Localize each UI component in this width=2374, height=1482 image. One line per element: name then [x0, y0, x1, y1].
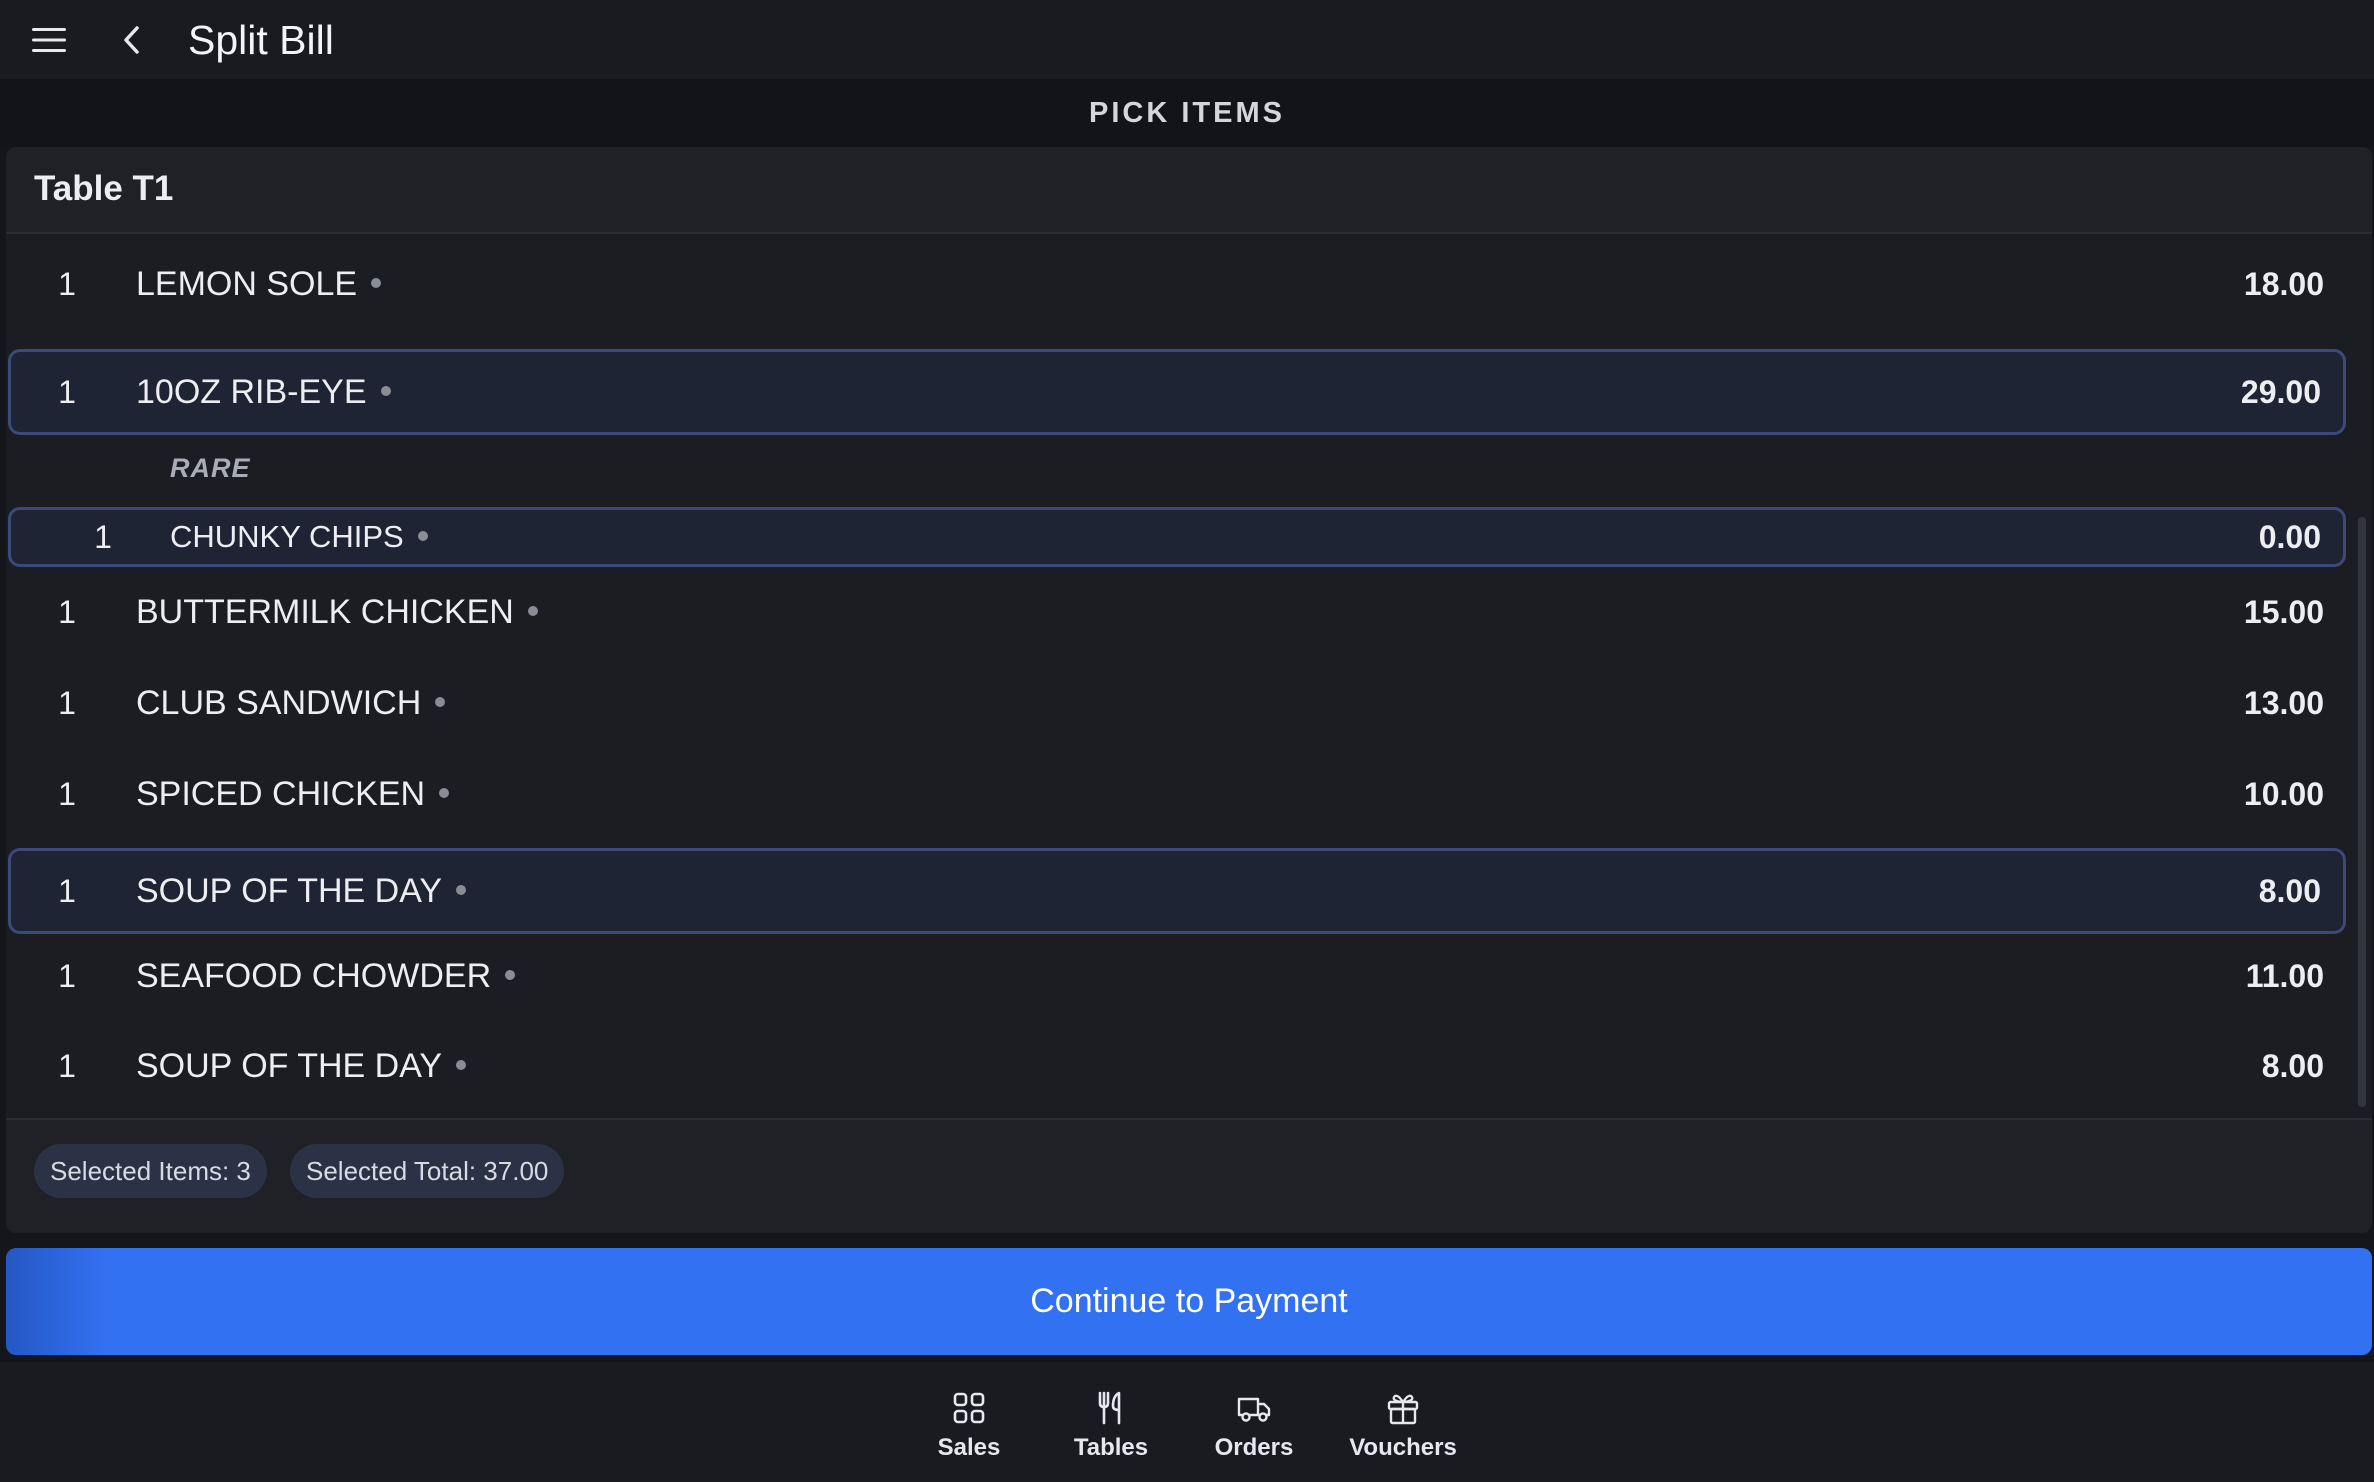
dot-icon [527, 605, 538, 616]
selected-items-badge: Selected Items: 3 [34, 1144, 267, 1198]
item-name: SEAFOOD CHOWDER [136, 957, 516, 996]
item-qty: 1 [58, 957, 76, 994]
nav-tables[interactable]: Tables [1051, 1390, 1171, 1470]
bottom-navigation: Sales Tables Orders Vouchers [0, 1362, 2374, 1482]
delivery-truck-icon [1237, 1397, 1271, 1422]
panel-header: Table T1 [6, 147, 2372, 234]
dot-icon [456, 1059, 467, 1070]
item-list: 1 LEMON SOLE 18.00 1 10OZ RIB-EYE 29.00 … [6, 234, 2372, 1134]
item-qty: 1 [94, 518, 112, 555]
item-name: LEMON SOLE [136, 265, 382, 304]
list-item[interactable]: 1 SEAFOOD CHOWDER 11.00 [8, 944, 2346, 1008]
list-item[interactable]: 1 CLUB SANDWICH 13.00 [8, 671, 2346, 735]
gift-icon [1387, 1394, 1419, 1425]
item-qty: 1 [58, 373, 76, 410]
section-title: PICK ITEMS [0, 79, 2374, 147]
utensils-icon [1098, 1391, 1121, 1425]
continue-to-payment-button[interactable]: Continue to Payment [6, 1248, 2372, 1355]
nav-label: Sales [937, 1434, 1001, 1461]
scrollbar[interactable] [2358, 517, 2366, 1107]
item-qty: 1 [58, 265, 76, 302]
nav-orders[interactable]: Orders [1194, 1390, 1314, 1470]
list-item-selected[interactable]: 1 SOUP OF THE DAY 8.00 [8, 848, 2346, 934]
item-price: 0.00 [2258, 518, 2321, 555]
item-name: BUTTERMILK CHICKEN [136, 593, 538, 632]
item-name: CLUB SANDWICH [136, 684, 446, 723]
item-name: CHUNKY CHIPS [170, 519, 428, 555]
item-name: SOUP OF THE DAY [136, 1047, 467, 1086]
dot-icon [371, 277, 382, 288]
item-price: 29.00 [2240, 373, 2321, 410]
dot-icon [435, 696, 446, 707]
item-price: 15.00 [2243, 593, 2324, 630]
top-bar: Split Bill [0, 0, 2374, 79]
item-name: 10OZ RIB-EYE [136, 373, 391, 412]
item-name: SPICED CHICKEN [136, 775, 450, 814]
items-panel: Table T1 1 LEMON SOLE 18.00 1 10OZ RIB-E… [6, 147, 2372, 1233]
item-qty: 1 [58, 1047, 76, 1084]
page-title: Split Bill [188, 17, 334, 63]
list-item[interactable]: 1 SOUP OF THE DAY 8.00 [8, 1034, 2346, 1098]
item-name: SOUP OF THE DAY [136, 872, 467, 911]
selected-total-badge: Selected Total: 37.00 [290, 1144, 565, 1198]
item-qty: 1 [58, 684, 76, 721]
nav-label: Orders [1214, 1434, 1294, 1461]
item-qty: 1 [58, 593, 76, 630]
nav-vouchers[interactable]: Vouchers [1343, 1390, 1463, 1470]
item-price: 11.00 [2245, 957, 2324, 994]
item-price: 10.00 [2243, 775, 2324, 812]
hamburger-menu-icon[interactable] [26, 20, 72, 60]
grid-icon [953, 1392, 985, 1424]
item-qty: 1 [58, 872, 76, 909]
list-item-selected[interactable]: 1 CHUNKY CHIPS 0.00 [8, 507, 2346, 567]
dot-icon [380, 385, 391, 396]
dot-icon [456, 884, 467, 895]
nav-sales[interactable]: Sales [909, 1390, 1029, 1470]
nav-label: Vouchers [1349, 1434, 1457, 1461]
list-item[interactable]: 1 LEMON SOLE 18.00 [8, 252, 2346, 316]
dot-icon [505, 969, 516, 980]
table-name: Table T1 [34, 169, 174, 208]
item-price: 18.00 [2243, 265, 2324, 302]
dot-icon [417, 530, 428, 541]
list-item-selected[interactable]: 1 10OZ RIB-EYE 29.00 [8, 349, 2346, 435]
dot-icon [439, 787, 450, 798]
chevron-left-icon[interactable] [112, 20, 152, 60]
item-price: 8.00 [2258, 872, 2321, 909]
item-qty: 1 [58, 775, 76, 812]
item-price: 13.00 [2243, 684, 2324, 721]
nav-label: Tables [1073, 1434, 1149, 1461]
split-bill-screen: Split Bill PICK ITEMS Table T1 1 LEMON S… [0, 0, 2374, 1482]
list-item[interactable]: 1 BUTTERMILK CHICKEN 15.00 [8, 580, 2346, 644]
item-price: 8.00 [2261, 1047, 2324, 1084]
item-modifier: RARE [170, 453, 251, 483]
list-item[interactable]: 1 SPICED CHICKEN 10.00 [8, 762, 2346, 826]
